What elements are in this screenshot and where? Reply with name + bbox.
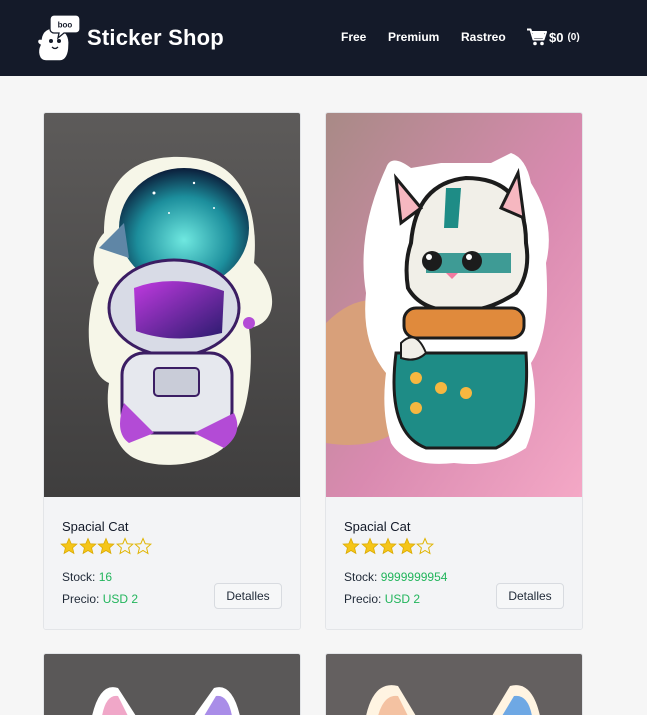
nav-premium[interactable]: Premium <box>388 30 439 44</box>
star-empty-icon <box>115 537 134 555</box>
star-empty-icon <box>416 537 434 555</box>
cat-ears-sticker-image[interactable] <box>44 654 300 715</box>
top-navbar: boo Sticker Shop Free Premium Rastreo $0… <box>0 0 647 76</box>
details-button[interactable]: Detalles <box>496 583 564 609</box>
ghost-logo-icon: boo <box>36 14 80 62</box>
star-filled-icon <box>78 537 97 555</box>
stock-value: 9999999954 <box>380 570 448 584</box>
brand-name: Sticker Shop <box>87 25 224 50</box>
price-row: Precio: USD 2 <box>344 592 420 606</box>
details-button[interactable]: Detalles <box>214 583 282 609</box>
cart-count: (0) <box>567 31 580 43</box>
product-info: Spacial Cat Stock: 16 Precio: USD 2 Deta… <box>44 497 300 629</box>
star-filled-icon <box>342 537 360 555</box>
product-info: Spacial Cat Stock: 9999999954 Precio: US… <box>326 497 582 629</box>
stock-label: Stock: <box>344 570 378 584</box>
product-card[interactable] <box>325 653 583 715</box>
nav-rastreo[interactable]: Rastreo <box>461 30 506 44</box>
cart-icon <box>527 28 547 46</box>
cart-total: $0 <box>549 29 564 45</box>
star-filled-icon <box>379 537 397 555</box>
price-label: Precio: <box>62 592 100 606</box>
astronaut-sticker-image[interactable] <box>44 113 300 497</box>
price-value: USD 2 <box>384 592 421 606</box>
product-card[interactable]: Spacial Cat Stock: 16 Precio: USD 2 Deta… <box>43 112 301 630</box>
stock-row: Stock: 16 <box>62 570 112 584</box>
price-label: Precio: <box>344 592 382 606</box>
cat-ears-sticker-image[interactable] <box>326 654 582 715</box>
star-filled-icon <box>97 537 115 555</box>
rating-stars <box>342 537 435 555</box>
product-title[interactable]: Spacial Cat <box>62 519 128 534</box>
cart-button[interactable]: $0 (0) <box>527 28 580 46</box>
price-row: Precio: USD 2 <box>62 592 138 606</box>
star-empty-icon <box>134 537 152 555</box>
stock-row: Stock: 9999999954 <box>344 570 447 584</box>
star-filled-icon <box>397 537 416 555</box>
product-title[interactable]: Spacial Cat <box>344 519 410 534</box>
product-card[interactable] <box>43 653 301 715</box>
product-card[interactable]: Spacial Cat Stock: 9999999954 Precio: US… <box>325 112 583 630</box>
star-filled-icon <box>60 537 78 555</box>
star-filled-icon <box>360 537 379 555</box>
price-value: USD 2 <box>102 592 139 606</box>
nav-free[interactable]: Free <box>341 30 366 44</box>
logo-speech-text: boo <box>58 21 73 30</box>
stock-value: 16 <box>98 570 113 584</box>
cat-sticker-image[interactable] <box>326 113 582 497</box>
brand[interactable]: boo Sticker Shop <box>34 11 224 65</box>
rating-stars <box>60 537 153 555</box>
stock-label: Stock: <box>62 570 96 584</box>
